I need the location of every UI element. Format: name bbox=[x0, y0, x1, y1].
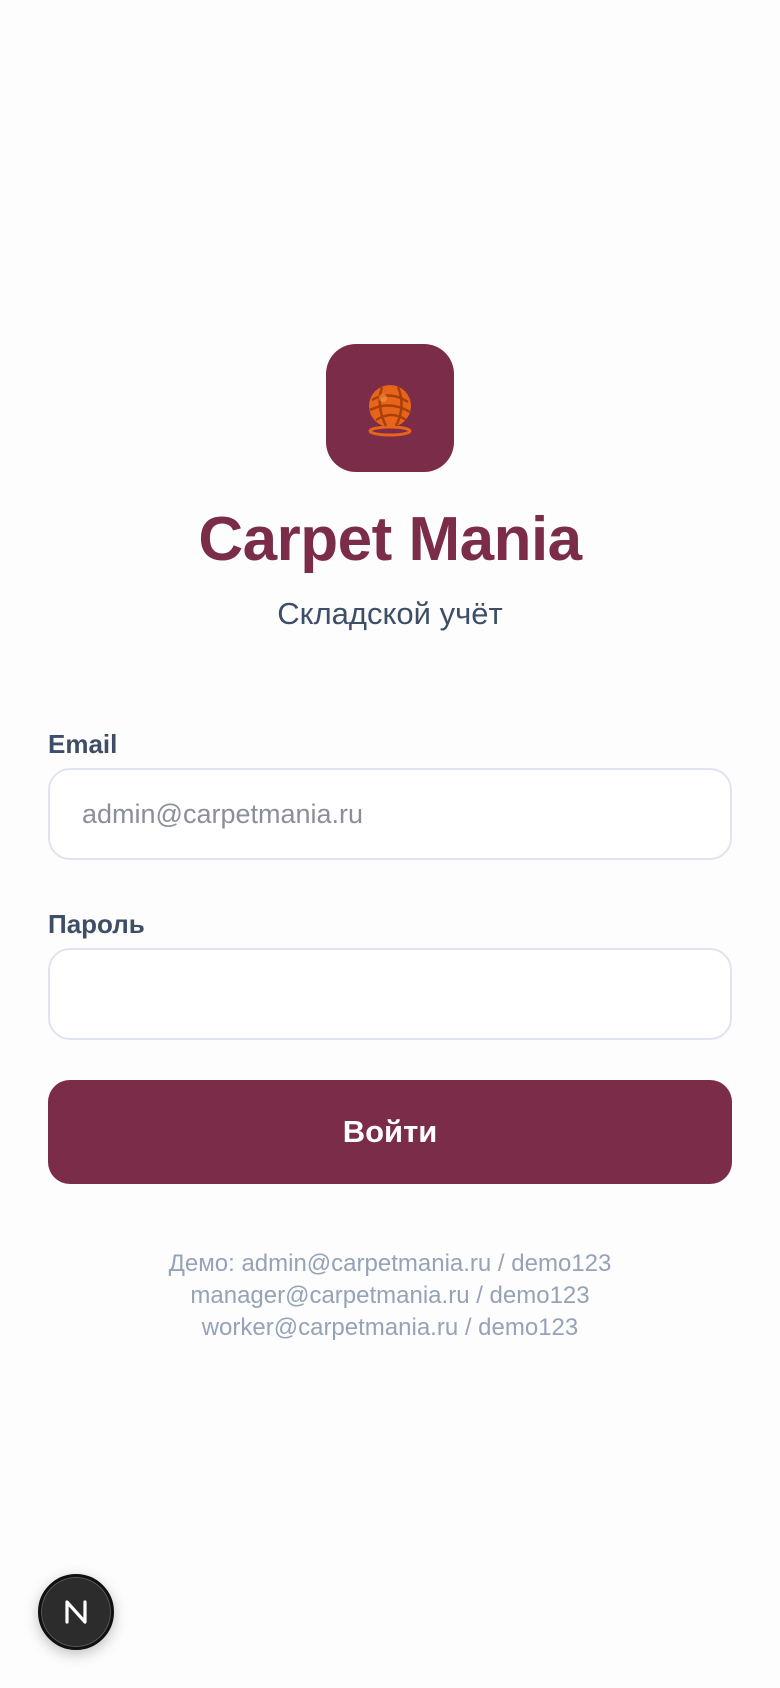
email-field[interactable] bbox=[48, 768, 732, 860]
demo-line-manager: manager@carpetmania.ru / demo123 bbox=[190, 1282, 590, 1309]
app-logo bbox=[326, 344, 454, 472]
demo-line-admin: Демо: admin@carpetmania.ru / demo123 bbox=[168, 1250, 612, 1277]
login-button[interactable]: Войти bbox=[48, 1080, 732, 1184]
nextjs-icon bbox=[65, 1600, 87, 1624]
demo-credentials: Демо: admin@carpetmania.ru / demo123 man… bbox=[0, 1248, 780, 1344]
password-label: Пароль bbox=[48, 909, 145, 939]
yarn-ball-icon bbox=[368, 385, 412, 437]
email-label: Email bbox=[48, 729, 118, 759]
demo-line-worker: worker@carpetmania.ru / demo123 bbox=[201, 1314, 579, 1341]
app-subtitle: Складской учёт bbox=[277, 596, 503, 631]
app-title: Carpet Mania bbox=[198, 505, 582, 574]
nextjs-dev-badge[interactable] bbox=[38, 1574, 114, 1650]
password-field[interactable] bbox=[48, 948, 732, 1040]
login-page: Carpet Mania Складской учёт Email Пароль… bbox=[0, 0, 780, 1688]
